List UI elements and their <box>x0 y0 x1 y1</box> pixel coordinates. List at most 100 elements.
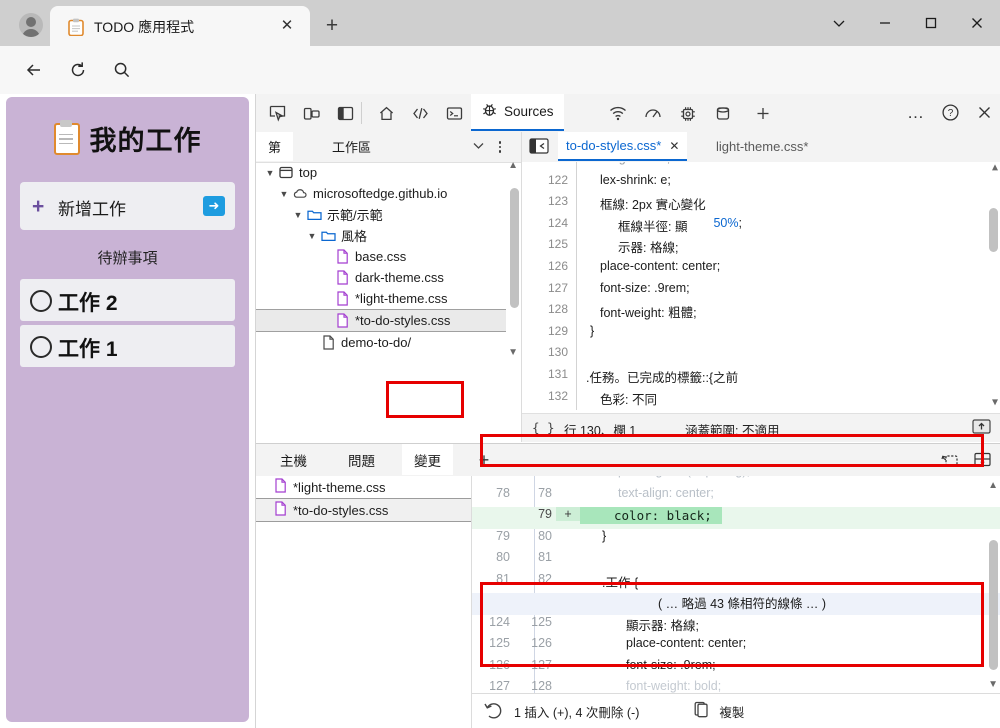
home-icon[interactable] <box>369 98 403 128</box>
list-item[interactable]: *to-do-styles.css <box>256 498 471 522</box>
list-item[interactable]: 工作 1 <box>20 325 235 367</box>
format-code-icon[interactable]: { } <box>532 420 555 435</box>
scroll-up-icon[interactable]: ▲ <box>992 162 998 173</box>
reload-button[interactable] <box>62 54 94 86</box>
drawer-tab-changes[interactable]: 變更 <box>402 444 453 475</box>
navigator-tab-workspace[interactable]: 工作區 <box>320 132 383 161</box>
scrollbar-thumb[interactable] <box>510 188 519 308</box>
add-task-submit-button[interactable]: ➜ <box>203 196 225 216</box>
changed-files-list[interactable]: *light-theme.css *to-do-styles.css <box>256 476 472 728</box>
svg-text:?: ? <box>947 108 953 119</box>
code-editor[interactable]: 121weight: bold; 122 lex-shrink: e; 123 框線… <box>522 162 1000 410</box>
tab-actions-chevron-down-icon[interactable] <box>816 0 862 46</box>
console-icon[interactable] <box>437 98 471 128</box>
application-icon[interactable] <box>706 98 740 128</box>
coverage-status: 涵蓋範圍: 不適用 <box>685 424 780 438</box>
changed-file-label: *light-theme.css <box>293 479 386 495</box>
tree-item-dark-theme-css[interactable]: dark-theme.css <box>256 267 506 288</box>
list-item[interactable]: 工作 2 <box>20 279 235 321</box>
editor-tab-light-theme-css[interactable]: light-theme.css* <box>708 132 816 161</box>
editor-scrollbar[interactable]: ▲ ▼ <box>989 162 998 408</box>
file-tree[interactable]: ▼ top ▼ microsoftedge.github.io ▼ 示範/示範 … <box>256 162 506 352</box>
drawer-add-tab-button[interactable]: + <box>472 448 496 472</box>
restore-icon[interactable] <box>937 447 963 471</box>
tree-item-styles[interactable]: ▼ 風格 <box>256 225 506 246</box>
maximize-icon[interactable] <box>908 0 954 46</box>
code-line: 125 示器: 格線; <box>522 237 1000 259</box>
search-icon[interactable] <box>106 54 138 86</box>
scroll-down-icon[interactable]: ▼ <box>508 347 518 358</box>
task-checkbox[interactable] <box>30 290 52 312</box>
diff-line: 79 80} <box>472 529 1000 551</box>
copy-button-label[interactable]: 複製 <box>719 702 744 721</box>
list-item[interactable]: *light-theme.css <box>256 476 471 498</box>
todo-app: 我的工作 + 新增工作 ➜ 待辦事項 工作 2 工作 1 <box>6 97 249 722</box>
inspect-element-icon[interactable] <box>260 98 294 128</box>
dock-side-icon[interactable] <box>328 98 362 128</box>
memory-icon[interactable] <box>671 98 705 128</box>
close-icon[interactable]: ✕ <box>669 139 679 153</box>
add-task-row[interactable]: + 新增工作 ➜ <box>20 182 235 230</box>
chevron-down-icon[interactable] <box>472 139 485 157</box>
diff-text: 顯示器: 格線; <box>626 618 699 633</box>
diff-text: } <box>602 528 607 543</box>
dock-bottom-icon[interactable] <box>969 447 995 471</box>
devtools-more-button[interactable]: … <box>899 98 933 128</box>
diff-scrollbar[interactable]: ▲ ▼ <box>988 480 998 690</box>
expand-arrow-icon[interactable]: ▼ <box>306 230 318 242</box>
tree-item-light-theme-css[interactable]: *light-theme.css <box>256 288 506 309</box>
add-task-input[interactable]: 新增工作 <box>58 195 126 220</box>
editor-tab-to-do-styles-css[interactable]: to-do-styles.css* ✕ <box>558 132 688 161</box>
browser-tab[interactable]: TODO 應用程式 ✕ <box>50 6 310 46</box>
profile-button[interactable] <box>8 6 54 44</box>
diff-new-line-number: 81 <box>538 550 552 564</box>
diff-text: padding: var(--spacing); <box>580 476 750 478</box>
expand-arrow-icon[interactable]: ▼ <box>264 167 276 179</box>
devtools-close-icon[interactable] <box>967 98 1000 128</box>
line-number: 128 <box>547 302 568 317</box>
scroll-up-icon[interactable]: ▲ <box>508 160 518 171</box>
tree-item-to-do-styles-css[interactable]: *to-do-styles.css <box>256 309 506 332</box>
navigator-tab-page[interactable]: 第 <box>256 132 294 161</box>
tree-item-demo-to-do[interactable]: demo-to-do/ <box>256 332 506 352</box>
devtools-toolbar: Sources … ? <box>256 94 1000 133</box>
drawer-tab-issues[interactable]: 問題 <box>336 444 387 475</box>
tree-item-top[interactable]: ▼ top <box>256 162 506 183</box>
revert-icon[interactable] <box>484 701 504 722</box>
tree-item-origin[interactable]: ▼ microsoftedge.github.io <box>256 183 506 204</box>
scrollbar-thumb[interactable] <box>989 540 998 670</box>
show-navigator-icon[interactable] <box>528 137 550 155</box>
tree-item-base-css[interactable]: base.css <box>256 246 506 267</box>
help-icon[interactable]: ? <box>933 98 967 128</box>
clipboard-lines <box>58 133 73 148</box>
tree-item-demos[interactable]: ▼ 示範/示範 <box>256 204 506 225</box>
navigator-scrollbar[interactable]: ▲ ▼ <box>508 160 519 358</box>
expand-arrow-icon[interactable]: ▼ <box>278 188 290 200</box>
diff-old-line-number: 124 <box>489 614 510 629</box>
task-checkbox[interactable] <box>30 336 52 358</box>
elements-icon[interactable] <box>403 98 437 128</box>
diff-new-line-number: 126 <box>531 636 552 650</box>
minimize-icon[interactable] <box>862 0 908 46</box>
drawer-tab-console[interactable]: 主機 <box>268 444 319 475</box>
device-emulation-icon[interactable] <box>294 98 328 128</box>
close-icon[interactable]: ✕ <box>278 17 296 35</box>
scrollbar-thumb[interactable] <box>989 208 998 252</box>
more-panels-button[interactable] <box>746 98 780 128</box>
open-in-editor-icon[interactable] <box>972 418 991 438</box>
expand-arrow-icon[interactable]: ▼ <box>292 209 304 221</box>
network-icon[interactable] <box>601 98 635 128</box>
back-button[interactable] <box>18 54 50 86</box>
tab-sources[interactable]: Sources <box>471 94 564 131</box>
window-close-icon[interactable] <box>954 0 1000 46</box>
performance-icon[interactable] <box>636 98 670 128</box>
scroll-down-icon[interactable]: ▼ <box>988 679 998 690</box>
scroll-down-icon[interactable]: ▼ <box>992 397 998 408</box>
more-vertical-icon[interactable] <box>491 136 509 158</box>
scroll-up-icon[interactable]: ▲ <box>988 480 998 491</box>
diff-old-line-number: 79 <box>496 528 510 543</box>
copy-icon[interactable] <box>693 701 709 721</box>
diff-fold-row[interactable]: ( … 略過 43 條相符的線條 … ) <box>472 593 1000 615</box>
new-tab-button[interactable]: + <box>318 12 346 40</box>
diff-view[interactable]: 7777 padding: var(--spacing); 78 78 text-al… <box>472 476 1000 694</box>
